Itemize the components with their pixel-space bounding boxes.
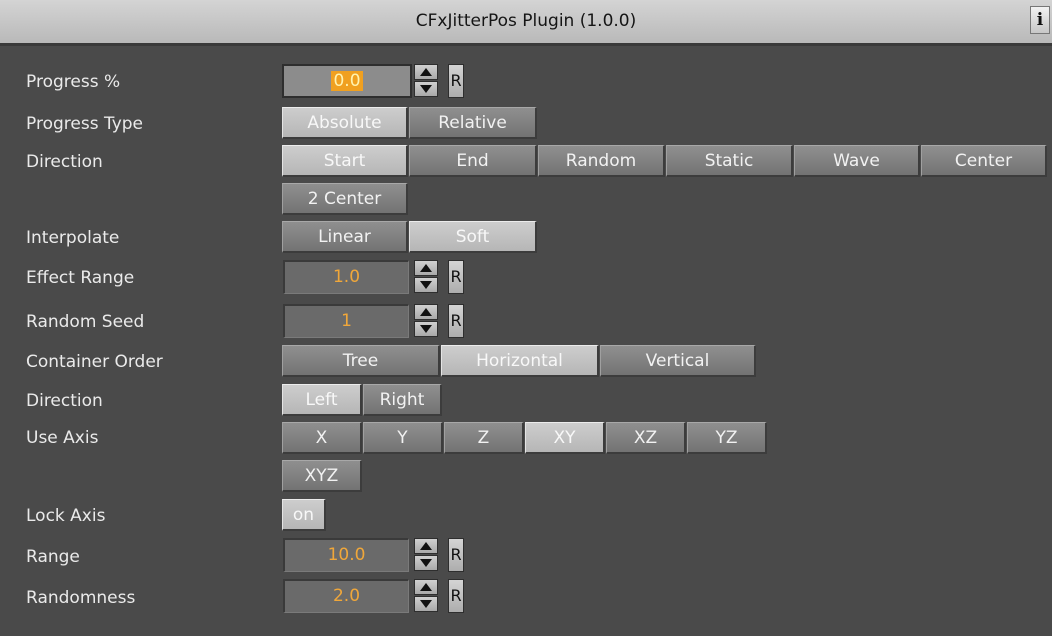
direction-start-button[interactable]: Start (282, 145, 408, 177)
decrement-icon[interactable] (414, 277, 438, 293)
use-axis-xyz-button[interactable]: XYZ (282, 460, 362, 492)
effect-range-input[interactable]: 1.0 (283, 260, 409, 294)
use-axis-y-button[interactable]: Y (363, 422, 443, 454)
range-input[interactable]: 10.0 (283, 538, 409, 572)
random-seed-label: Random Seed (26, 312, 145, 332)
direction-right-button[interactable]: Right (363, 384, 442, 416)
use-axis-yz-button[interactable]: YZ (687, 422, 767, 454)
use-axis-xy-button[interactable]: XY (525, 422, 605, 454)
random-seed-spinner[interactable] (414, 304, 440, 338)
interpolate-linear-button[interactable]: Linear (282, 221, 408, 253)
effect-range-label: Effect Range (26, 268, 135, 288)
direction-left-button[interactable]: Left (282, 384, 362, 416)
decrement-icon[interactable] (414, 596, 438, 612)
container-order-label: Container Order (26, 352, 163, 372)
use-axis-x-button[interactable]: X (282, 422, 362, 454)
randomness-label: Randomness (26, 588, 136, 608)
randomness-spinner[interactable] (414, 579, 440, 613)
decrement-icon[interactable] (414, 321, 438, 337)
decrement-icon[interactable] (414, 81, 438, 97)
container-order-vertical-button[interactable]: Vertical (600, 345, 756, 377)
decrement-icon[interactable] (414, 555, 438, 571)
lock-axis-label: Lock Axis (26, 506, 106, 526)
progress-reset-button[interactable]: R (448, 64, 464, 98)
increment-icon[interactable] (414, 304, 438, 320)
direction-2-label: Direction (26, 391, 103, 411)
interpolate-soft-button[interactable]: Soft (409, 221, 537, 253)
progress-type-absolute-button[interactable]: Absolute (282, 107, 408, 139)
progress-type-relative-button[interactable]: Relative (409, 107, 537, 139)
direction-end-button[interactable]: End (409, 145, 537, 177)
container-order-horizontal-button[interactable]: Horizontal (441, 345, 599, 377)
direction-wave-button[interactable]: Wave (794, 145, 920, 177)
use-axis-label: Use Axis (26, 428, 99, 448)
progress-spinner[interactable] (414, 64, 440, 98)
direction-random-button[interactable]: Random (538, 145, 665, 177)
random-seed-input[interactable]: 1 (283, 304, 409, 338)
progress-input[interactable]: 0.0 (282, 64, 412, 98)
increment-icon[interactable] (414, 579, 438, 595)
window-title: CFxJitterPos Plugin (1.0.0) (415, 11, 637, 31)
range-label: Range (26, 547, 80, 567)
use-axis-z-button[interactable]: Z (444, 422, 524, 454)
progress-type-label: Progress Type (26, 114, 143, 134)
effect-range-reset-button[interactable]: R (448, 260, 464, 294)
info-icon[interactable]: i (1030, 6, 1050, 34)
range-reset-button[interactable]: R (448, 538, 464, 572)
effect-range-spinner[interactable] (414, 260, 440, 294)
lock-axis-toggle[interactable]: on (282, 499, 326, 531)
increment-icon[interactable] (414, 538, 438, 554)
direction-center-button[interactable]: Center (921, 145, 1047, 177)
interpolate-label: Interpolate (26, 228, 120, 248)
increment-icon[interactable] (414, 64, 438, 80)
range-spinner[interactable] (414, 538, 440, 572)
random-seed-reset-button[interactable]: R (448, 304, 464, 338)
direction-static-button[interactable]: Static (666, 145, 793, 177)
increment-icon[interactable] (414, 260, 438, 276)
container-order-tree-button[interactable]: Tree (282, 345, 440, 377)
progress-label: Progress % (26, 72, 121, 92)
direction-2-center-button[interactable]: 2 Center (282, 183, 408, 215)
direction-label: Direction (26, 152, 103, 172)
randomness-reset-button[interactable]: R (448, 579, 464, 613)
randomness-input[interactable]: 2.0 (283, 579, 409, 613)
use-axis-xz-button[interactable]: XZ (606, 422, 686, 454)
title-bar: CFxJitterPos Plugin (1.0.0) i (0, 0, 1052, 46)
